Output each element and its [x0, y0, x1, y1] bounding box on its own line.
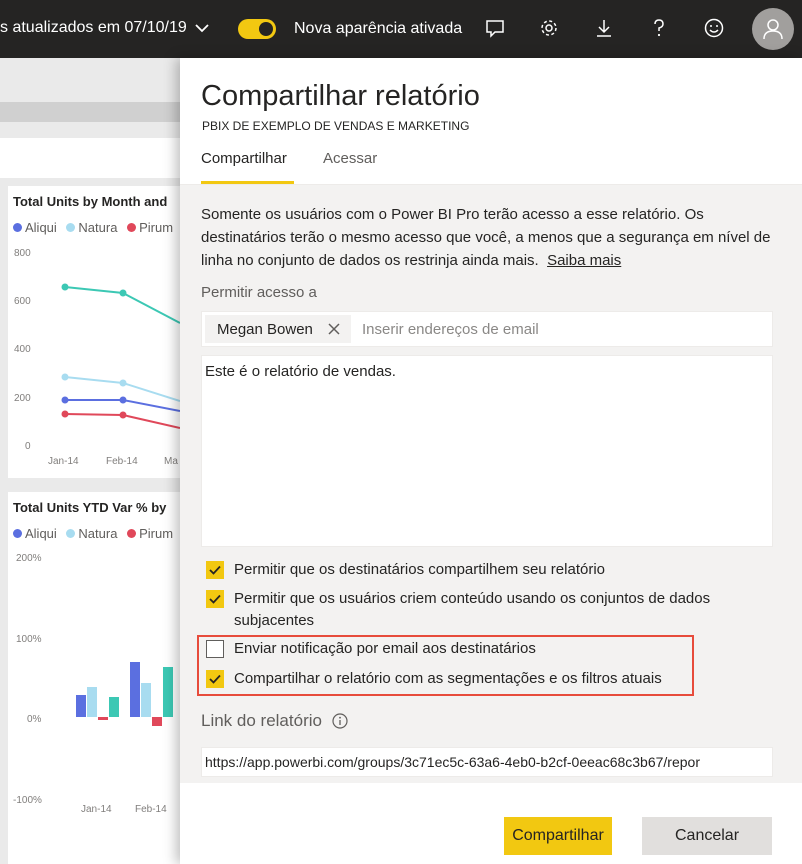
message-textarea[interactable]: Este é o relatório de vendas.: [201, 355, 773, 547]
chevron-down-icon[interactable]: [193, 18, 211, 38]
y-tick: 400: [14, 344, 31, 355]
license-info-text: Somente os usuários com o Power BI Pro t…: [201, 206, 771, 269]
bar: [130, 662, 140, 717]
recipient-name: Megan Bowen: [217, 320, 313, 338]
data-updated-label[interactable]: s atualizados em 07/10/19: [0, 19, 187, 37]
recipient-chip: Megan Bowen: [205, 315, 351, 343]
checkbox-unchecked[interactable]: [206, 640, 224, 658]
checkbox-checked[interactable]: [206, 561, 224, 579]
download-icon[interactable]: [592, 16, 616, 40]
x-tick: Feb-14: [135, 804, 167, 815]
y-tick: 800: [14, 248, 31, 259]
bar: [109, 697, 119, 717]
report-link-field[interactable]: https://app.powerbi.com/groups/3c71ec5c-…: [201, 747, 773, 777]
x-tick: Jan-14: [48, 456, 79, 467]
grant-access-label: Permitir acesso a: [201, 284, 317, 301]
report-toolbar-strip: [0, 102, 180, 122]
email-input[interactable]: [362, 318, 762, 340]
new-look-label: Nova aparência ativada: [294, 20, 463, 37]
option-email-notification[interactable]: Enviar notificação por email aos destina…: [206, 638, 686, 660]
checkmark-icon: [209, 594, 221, 604]
share-report-panel: Compartilhar relatório PBIX DE EXEMPLO D…: [180, 58, 802, 864]
bar: [152, 717, 162, 726]
user-icon: [763, 19, 783, 40]
tab-access[interactable]: Acessar: [323, 150, 377, 167]
y-tick: -100%: [13, 795, 42, 806]
bar: [76, 695, 86, 717]
help-icon[interactable]: [647, 16, 671, 40]
checkmark-icon: [209, 565, 221, 575]
option-label: Compartilhar o relatório com as segmenta…: [234, 670, 662, 687]
bar: [98, 717, 108, 720]
option-label: Permitir que os destinatários compartilh…: [234, 561, 605, 578]
new-look-toggle[interactable]: [238, 19, 276, 39]
option-label: Enviar notificação por email aos destina…: [234, 640, 536, 657]
option-allow-build[interactable]: Permitir que os usuários criem conteúdo …: [206, 588, 776, 632]
y-tick: 600: [14, 296, 31, 307]
background-report: Total Units by Month and Aliqui Natura P…: [0, 58, 180, 864]
x-tick: Jan-14: [81, 804, 112, 815]
bar: [163, 667, 173, 717]
option-allow-reshare[interactable]: Permitir que os destinatários compartilh…: [206, 559, 786, 581]
y-tick: 200: [14, 393, 31, 404]
bar-chart: 200% 100% 0% -100% Jan-14 Feb-14: [13, 553, 173, 815]
x-tick: Ma: [164, 456, 178, 467]
remove-recipient-icon[interactable]: [327, 322, 341, 336]
tab-share[interactable]: Compartilhar: [201, 150, 287, 167]
option-label: Permitir que os usuários criem conteúdo …: [234, 590, 711, 629]
top-bar: s atualizados em 07/10/19 Nova aparência…: [0, 0, 802, 58]
y-tick: 0%: [27, 714, 42, 725]
checkbox-checked[interactable]: [206, 670, 224, 688]
smiley-icon[interactable]: [702, 16, 726, 40]
y-tick: 0: [25, 441, 31, 452]
info-icon[interactable]: [332, 713, 348, 729]
units-ytd-var-visual[interactable]: Total Units YTD Var % by Aliqui Natura P…: [8, 492, 180, 864]
share-button[interactable]: Compartilhar: [504, 817, 612, 855]
gear-icon[interactable]: [537, 16, 561, 40]
x-tick: Feb-14: [106, 456, 138, 467]
cancel-button[interactable]: Cancelar: [642, 817, 772, 855]
option-share-with-filters[interactable]: Compartilhar o relatório com as segmenta…: [206, 668, 686, 690]
report-link-label: Link do relatório: [201, 711, 348, 731]
y-tick: 100%: [16, 634, 42, 645]
report-name: PBIX DE EXEMPLO DE VENDAS E MARKETING: [202, 119, 470, 133]
bar: [141, 683, 151, 717]
recipients-field[interactable]: Megan Bowen: [201, 311, 773, 347]
checkbox-checked[interactable]: [206, 590, 224, 608]
panel-title: Compartilhar relatório: [201, 80, 480, 112]
units-by-month-visual[interactable]: Total Units by Month and Aliqui Natura P…: [8, 186, 180, 478]
toggle-knob: [259, 22, 273, 36]
comment-icon[interactable]: [483, 16, 507, 40]
checkmark-icon: [209, 674, 221, 684]
y-tick: 200%: [16, 553, 42, 564]
user-avatar[interactable]: [752, 8, 794, 50]
report-header-strip: [0, 138, 180, 178]
line-chart: 800 600 400 200 0 Jan-14 Feb-14 Ma: [14, 248, 180, 467]
learn-more-link[interactable]: Saiba mais: [547, 252, 621, 269]
bar: [87, 687, 97, 717]
